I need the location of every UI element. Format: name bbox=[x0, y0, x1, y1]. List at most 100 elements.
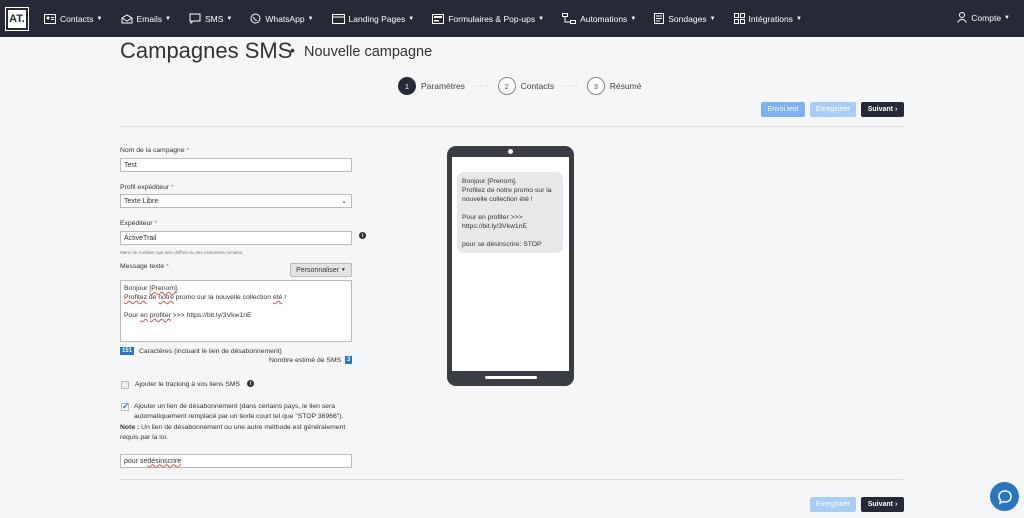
sender-profile-value: Texte Libre bbox=[124, 197, 159, 205]
title-separator: • bbox=[290, 42, 295, 58]
nav-surveys[interactable]: Sondages ▼ bbox=[654, 13, 716, 24]
phone-camera bbox=[508, 149, 513, 154]
msg-text: ! bbox=[282, 294, 287, 301]
next-button-top[interactable]: Suivant › bbox=[861, 102, 904, 117]
msg-text: en bbox=[140, 312, 148, 319]
msg-text: , bbox=[176, 285, 179, 292]
unsubscribe-checkbox[interactable]: ✓ bbox=[121, 401, 130, 411]
puzzle-icon bbox=[733, 13, 745, 24]
nav-landing-pages[interactable]: Landing Pages ▼ bbox=[331, 13, 414, 24]
note-text: Un lien de désabonnement ou une autre mé… bbox=[120, 424, 346, 441]
tracking-label: Ajouter le tracking à vos liens SMS bbox=[135, 381, 241, 388]
msg-placeholder-prenom: [Prenom] bbox=[149, 285, 177, 292]
char-count-label: Caractères (incluant le lien de désabonn… bbox=[139, 348, 282, 355]
flow-icon bbox=[562, 13, 577, 24]
step-2-label[interactable]: Contacts bbox=[521, 81, 555, 91]
save-button-bottom[interactable]: Enregistrer bbox=[810, 497, 856, 512]
required-mark: * bbox=[186, 147, 190, 154]
next-button-bottom[interactable]: Suivant › bbox=[861, 497, 904, 512]
nav-forms[interactable]: Formulaires & Pop-ups ▼ bbox=[432, 13, 545, 24]
char-count-badge: 151 bbox=[120, 347, 135, 355]
main-nav: Contacts ▼ Emails ▼ SMS ▼ WhatsApp ▼ Landing… bbox=[44, 0, 820, 37]
caret-down-icon: ▼ bbox=[96, 15, 103, 22]
msg-text: profiter bbox=[149, 312, 171, 319]
nav-contacts[interactable]: Contacts ▼ bbox=[44, 13, 103, 24]
message-line-4: Pour en profiter >>> https://bit.ly/3Vkw… bbox=[124, 311, 348, 320]
nav-integrations[interactable]: Intégrations ▼ bbox=[733, 13, 802, 24]
caret-down-icon: ▼ bbox=[630, 15, 637, 22]
page-title: Campagnes SMS bbox=[120, 38, 293, 63]
nav-label: Automations bbox=[580, 13, 628, 24]
window-icon bbox=[331, 13, 345, 24]
required-mark: * bbox=[171, 184, 174, 191]
required-mark: * bbox=[154, 220, 158, 227]
step-3-circle[interactable]: 3 bbox=[586, 77, 605, 95]
caret-down-icon: ▼ bbox=[307, 15, 314, 22]
msg-text: >>> https://bit.ly/3Vkw1nE bbox=[170, 312, 252, 319]
nav-label: Emails bbox=[136, 13, 163, 24]
whatsapp-icon bbox=[250, 13, 261, 24]
nav-label: Intégrations bbox=[748, 13, 793, 24]
top-navbar: AT. Contacts ▼ Emails ▼ SMS ▼ WhatsApp ▼ Lan… bbox=[0, 0, 1024, 37]
support-chat-button[interactable] bbox=[990, 482, 1019, 511]
tracking-checkbox[interactable] bbox=[121, 381, 129, 389]
message-label-text: Message texte bbox=[120, 263, 165, 270]
legal-note: Note : Un lien de désabonnement ou une a… bbox=[120, 423, 352, 443]
message-line-1: Bonjour [Prenom], bbox=[124, 284, 348, 293]
sender-profile-select[interactable]: Texte Libre ⌄ bbox=[120, 194, 352, 208]
chevron-down-icon: ⌄ bbox=[341, 198, 347, 205]
page-subtitle: Nouvelle campagne bbox=[304, 44, 433, 60]
step-divider: ····· bbox=[562, 82, 579, 90]
unsub-text: pour se bbox=[124, 457, 148, 465]
msg-text: promo sur la nouvelle collection bbox=[173, 294, 273, 301]
sender-label-text: Expéditeur bbox=[120, 220, 153, 227]
message-label: Message texte * bbox=[120, 263, 169, 270]
next-label: Suivant bbox=[867, 501, 893, 508]
survey-icon bbox=[654, 13, 665, 24]
nav-automations[interactable]: Automations ▼ bbox=[562, 13, 636, 24]
step-2-circle[interactable]: 2 bbox=[497, 77, 516, 95]
contacts-icon bbox=[44, 13, 56, 24]
msg-text: Bonjour bbox=[124, 285, 150, 292]
divider-bottom bbox=[120, 479, 903, 480]
sender-profile-label: Profil expéditeur * bbox=[120, 184, 174, 191]
campaign-name-label: Nom de la campagne * bbox=[120, 147, 189, 154]
step-3-label[interactable]: Résumé bbox=[610, 81, 642, 91]
sender-hint: Merci de n'utiliser que des chiffres ou … bbox=[120, 250, 244, 255]
nav-label: Formulaires & Pop-ups bbox=[448, 13, 536, 24]
nav-sms[interactable]: SMS ▼ bbox=[189, 13, 232, 24]
info-icon[interactable]: i bbox=[359, 232, 366, 239]
preview-line: pour se désinscrire: STOP bbox=[462, 241, 542, 248]
preview-line: Pour en profiter >>> https://bit.ly/3Vkw… bbox=[462, 214, 527, 230]
nav-label: Sondages bbox=[668, 13, 707, 24]
step-1-label[interactable]: Paramètres bbox=[421, 81, 465, 91]
unsubscribe-text-input[interactable]: pour se désinscrire bbox=[120, 454, 352, 468]
nav-emails[interactable]: Emails ▼ bbox=[121, 14, 171, 24]
caret-down-icon: ▼ bbox=[538, 15, 545, 22]
envelope-icon bbox=[121, 13, 132, 23]
caret-down-icon: ▼ bbox=[795, 15, 802, 22]
unsub-text: désinscrire bbox=[147, 457, 182, 465]
personalize-label: Personnaliser bbox=[296, 266, 339, 274]
account-menu[interactable]: Compte ▼ bbox=[957, 12, 1010, 23]
preview-line: Profitez de notre promo sur la nouvelle … bbox=[462, 187, 552, 203]
chevron-right-icon: › bbox=[894, 501, 898, 508]
sms-estimate-badge: 3 bbox=[345, 356, 353, 364]
sender-input[interactable]: ActiveTrail bbox=[120, 231, 352, 245]
checkmark-icon: ✓ bbox=[122, 401, 130, 411]
step-1-circle[interactable]: 1 bbox=[398, 77, 416, 95]
campaign-name-label-text: Nom de la campagne bbox=[120, 147, 185, 154]
message-line-2: Profitez de notre promo sur la nouvelle … bbox=[124, 293, 348, 302]
brand-logo[interactable]: AT. bbox=[5, 7, 29, 31]
personalize-button[interactable]: Personnaliser ▼ bbox=[290, 263, 352, 277]
nav-label: WhatsApp bbox=[265, 13, 305, 24]
send-test-button[interactable]: Envoi test bbox=[761, 102, 805, 117]
preview-line: Bonjour [Prenom], bbox=[462, 178, 517, 185]
info-icon[interactable]: i bbox=[247, 380, 254, 387]
message-textarea[interactable]: Bonjour [Prenom], Profitez de notre prom… bbox=[120, 280, 352, 342]
sender-profile-label-text: Profil expéditeur bbox=[120, 184, 170, 191]
campaign-name-input[interactable]: Test bbox=[120, 158, 352, 172]
nav-whatsapp[interactable]: WhatsApp ▼ bbox=[250, 13, 314, 24]
save-button-top[interactable]: Enregistrer bbox=[810, 102, 856, 117]
nav-label: SMS bbox=[204, 13, 224, 24]
